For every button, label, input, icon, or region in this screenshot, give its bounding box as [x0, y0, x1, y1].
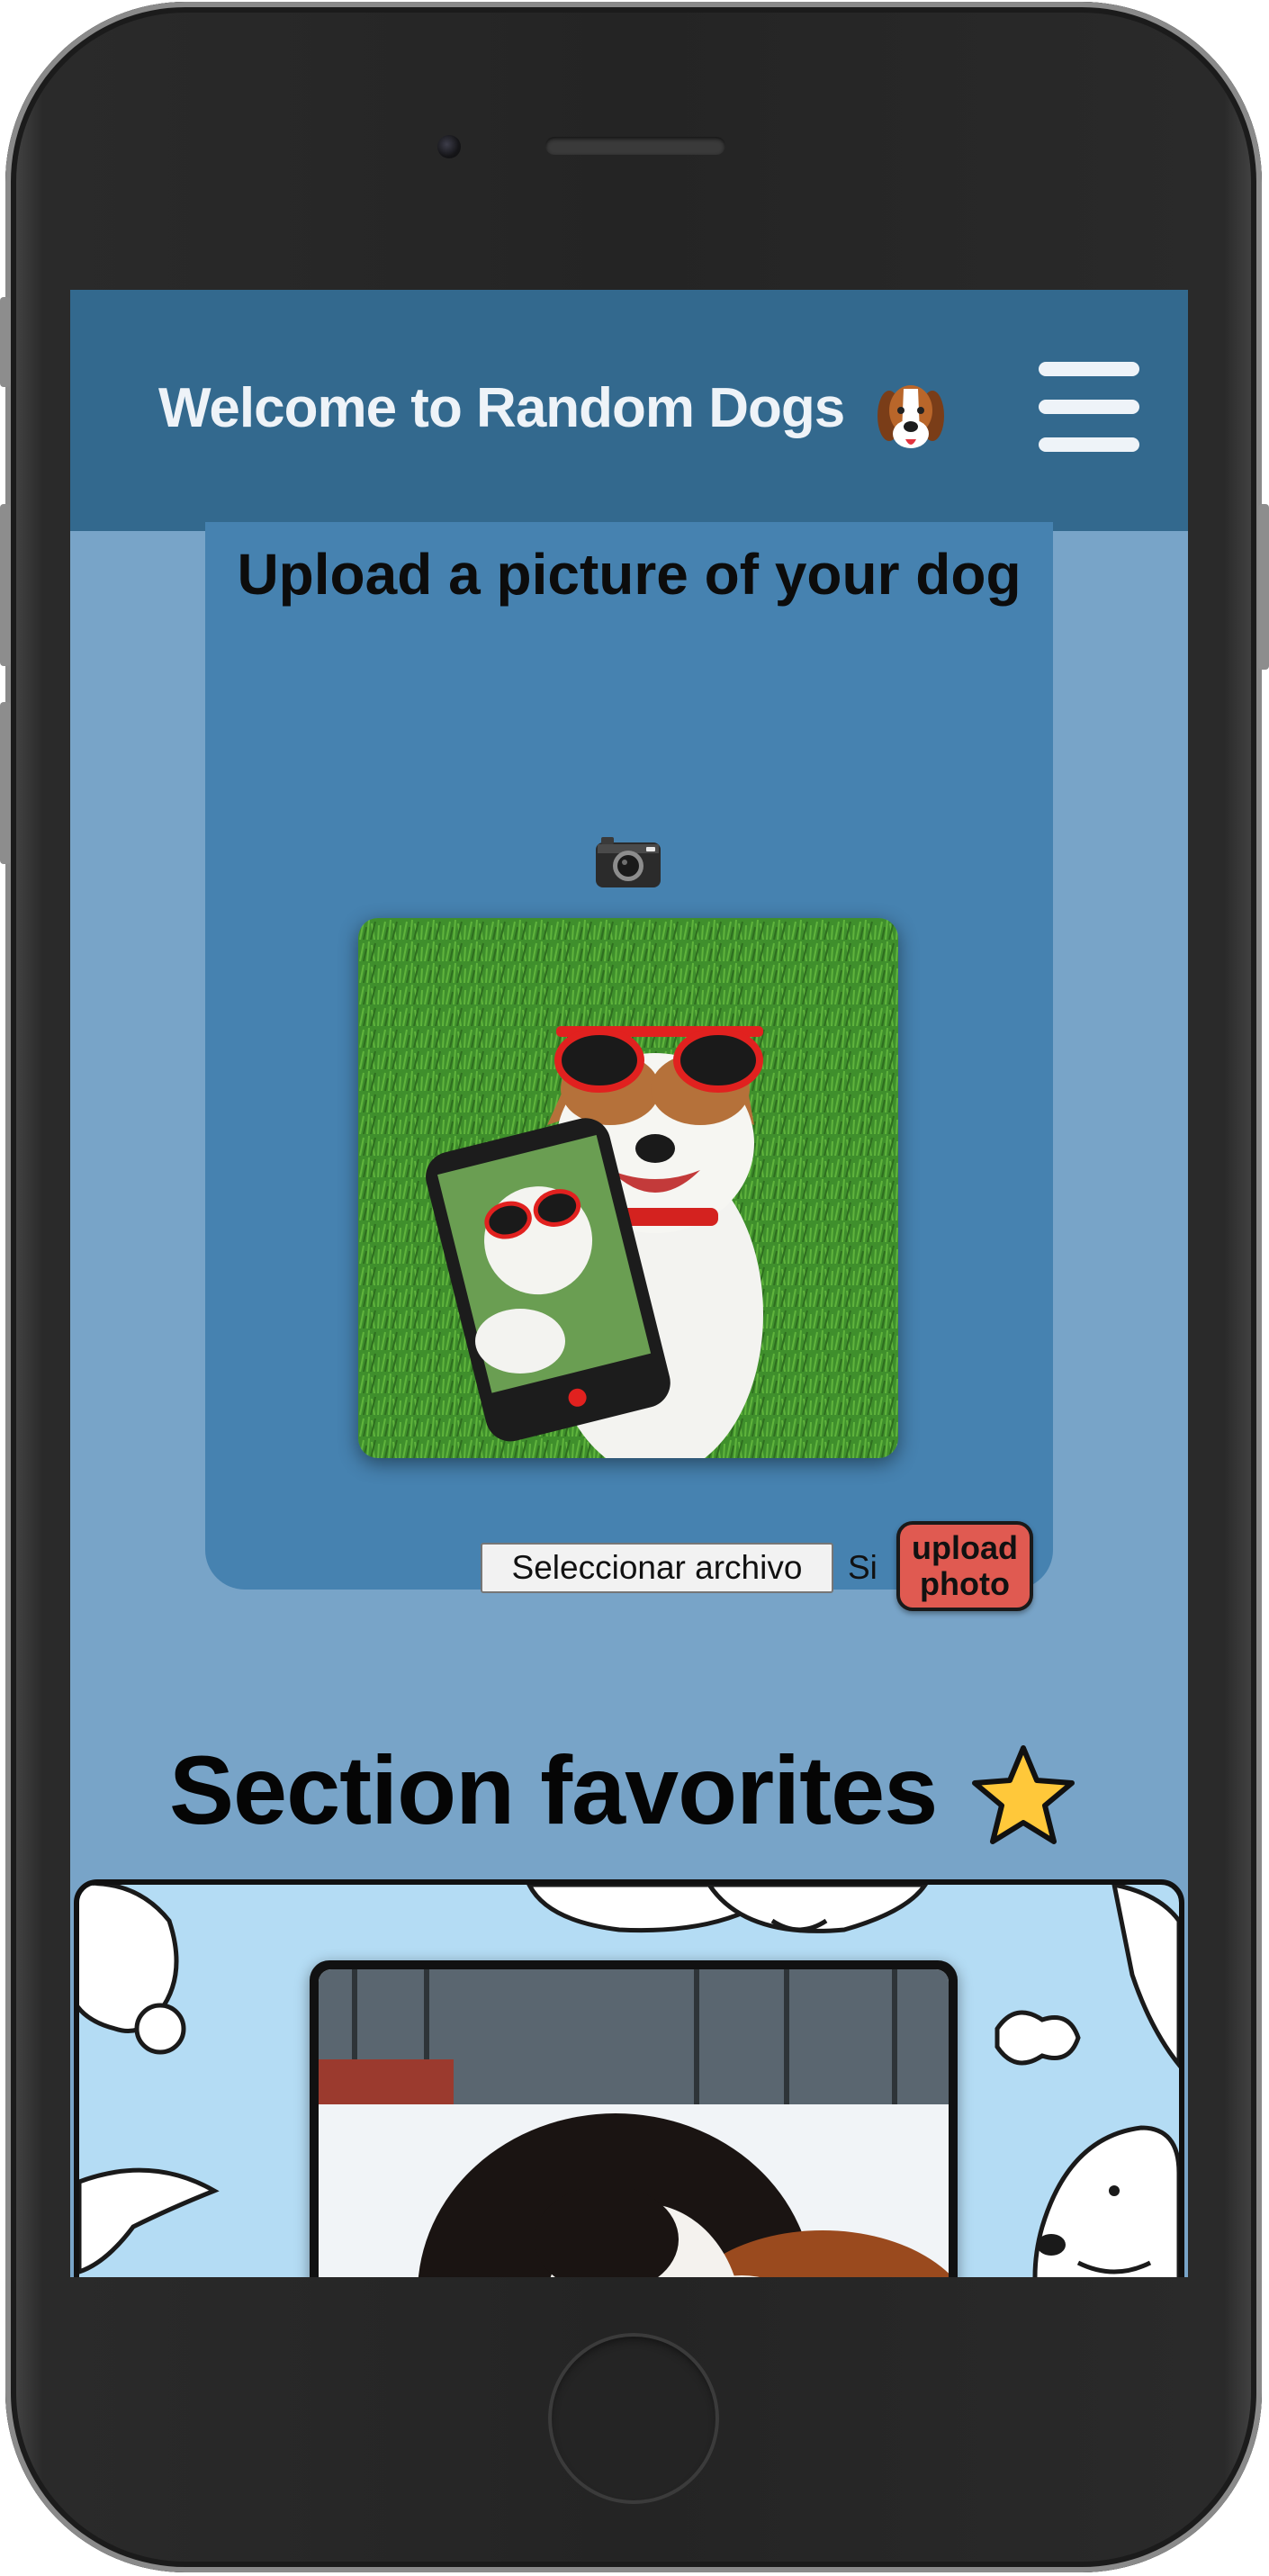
home-button[interactable]	[548, 2333, 719, 2504]
site-title: Welcome to Random Dogs	[158, 377, 845, 439]
earpiece-speaker	[545, 137, 725, 155]
upload-button-line2: photo	[920, 1565, 1010, 1602]
app-screen: Welcome to Random Dogs Upload a picture …	[70, 290, 1188, 2277]
beagle-dog-face-icon	[878, 385, 944, 448]
favorites-panel	[74, 1879, 1184, 2277]
phone-power-button	[1258, 504, 1269, 670]
favorite-dog-photo	[319, 1969, 949, 2277]
hamburger-menu-icon[interactable]	[1039, 362, 1139, 452]
upload-button-line1: upload	[912, 1529, 1018, 1566]
uploaded-dog-photo	[358, 918, 898, 1458]
favorite-dog-card[interactable]	[310, 1960, 958, 2277]
phone-mute-switch	[0, 297, 11, 387]
choose-file-button[interactable]: Seleccionar archivo	[481, 1543, 833, 1593]
star-icon	[972, 1745, 1075, 1844]
top-navbar: Welcome to Random Dogs	[70, 290, 1188, 531]
front-camera-icon	[437, 135, 461, 158]
camera-icon	[596, 837, 661, 887]
phone-volume-up-button	[0, 504, 11, 666]
upload-card: Upload a picture of your dog Seleccionar…	[205, 522, 1053, 1611]
favorites-heading: Section favorites	[169, 1735, 938, 1844]
phone-volume-down-button	[0, 702, 11, 864]
upload-heading: Upload a picture of your dog	[237, 542, 1022, 607]
file-status-text: Si	[848, 1549, 878, 1586]
upload-photo-button[interactable]: upload photo	[896, 1521, 1033, 1611]
